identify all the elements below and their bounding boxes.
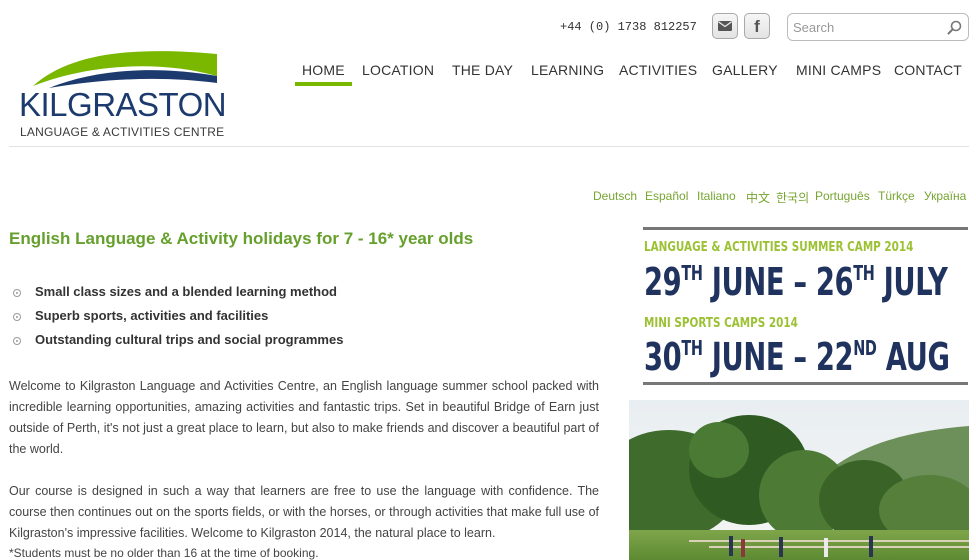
- facebook-button[interactable]: f: [744, 13, 770, 39]
- mini-start-suffix: TH: [681, 336, 703, 360]
- summer-start-suffix: TH: [681, 261, 703, 285]
- age-footnote: *Students must be no older than 16 at th…: [9, 546, 319, 560]
- logo-subtitle: LANGUAGE & ACTIVITIES CENTRE: [20, 125, 225, 139]
- mini-start-day: 30: [644, 335, 682, 379]
- mini-camp-dates: 30TH JUNE – 22ND AUG: [644, 338, 950, 376]
- nav-gallery[interactable]: GALLERY: [712, 62, 778, 78]
- mini-end-month: AUG: [876, 335, 950, 379]
- campus-photo: [629, 400, 969, 560]
- bullet-icon: [13, 289, 21, 297]
- summer-end-month: JULY: [874, 260, 948, 304]
- summer-end-suffix: TH: [853, 261, 875, 285]
- lang-link-espanol[interactable]: Español: [645, 189, 688, 203]
- search-icon[interactable]: [947, 20, 962, 35]
- nav-home[interactable]: HOME: [295, 62, 352, 86]
- lang-link-ukraina[interactable]: Україна: [924, 189, 966, 203]
- lang-link-chinese[interactable]: 中文: [746, 189, 770, 206]
- nav-mini-camps[interactable]: MINI CAMPS: [796, 62, 881, 78]
- nav-location[interactable]: LOCATION: [362, 62, 434, 78]
- mini-camp-title: MINI SPORTS CAMPS 2014: [644, 316, 798, 331]
- site-logo[interactable]: KILGRASTON LANGUAGE & ACTIVITIES CENTRE: [19, 46, 227, 141]
- bullet-icon: [13, 313, 21, 321]
- phone-number: +44 (0) 1738 812257: [560, 20, 697, 34]
- nav-learning[interactable]: LEARNING: [531, 62, 604, 78]
- facebook-icon: f: [754, 16, 760, 36]
- logo-name: KILGRASTON: [19, 86, 227, 123]
- summer-camp-title: LANGUAGE & ACTIVITIES SUMMER CAMP 2014: [644, 240, 914, 255]
- nav-activities[interactable]: ACTIVITIES: [619, 62, 697, 78]
- lang-link-portugues[interactable]: Português: [815, 189, 870, 203]
- nav-contact[interactable]: CONTACT: [894, 62, 962, 78]
- logo-swoosh-icon: [33, 51, 217, 88]
- email-button[interactable]: [712, 13, 738, 39]
- feature-item: Small class sizes and a blended learning…: [35, 284, 337, 299]
- banner-rule: [643, 382, 968, 385]
- email-icon: [718, 21, 732, 31]
- lang-link-deutsch[interactable]: Deutsch: [593, 189, 637, 203]
- lang-link-korean[interactable]: 한국의: [776, 189, 809, 206]
- nav-the-day[interactable]: THE DAY: [452, 62, 513, 78]
- mini-end-suffix: ND: [853, 336, 877, 360]
- summer-mid: JUNE – 26: [702, 260, 854, 304]
- feature-item: Outstanding cultural trips and social pr…: [35, 332, 344, 347]
- feature-item: Superb sports, activities and facilities: [35, 308, 269, 323]
- camp-dates-banner[interactable]: LANGUAGE & ACTIVITIES SUMMER CAMP 2014 2…: [643, 227, 968, 391]
- course-paragraph: Our course is designed in such a way tha…: [9, 484, 599, 540]
- summer-start-day: 29: [644, 260, 682, 304]
- lang-link-italiano[interactable]: Italiano: [697, 189, 736, 203]
- bullet-icon: [13, 337, 21, 345]
- banner-rule: [643, 227, 968, 230]
- lang-link-turkce[interactable]: Türkçe: [878, 189, 915, 203]
- search-input[interactable]: [793, 18, 943, 36]
- header-divider: [9, 146, 969, 147]
- mini-mid: JUNE – 22: [702, 335, 854, 379]
- page-headline: English Language & Activity holidays for…: [9, 229, 474, 248]
- intro-paragraph: Welcome to Kilgraston Language and Activ…: [9, 379, 599, 456]
- summer-camp-dates: 29TH JUNE – 26TH JULY: [644, 263, 948, 301]
- search-box[interactable]: [787, 13, 969, 41]
